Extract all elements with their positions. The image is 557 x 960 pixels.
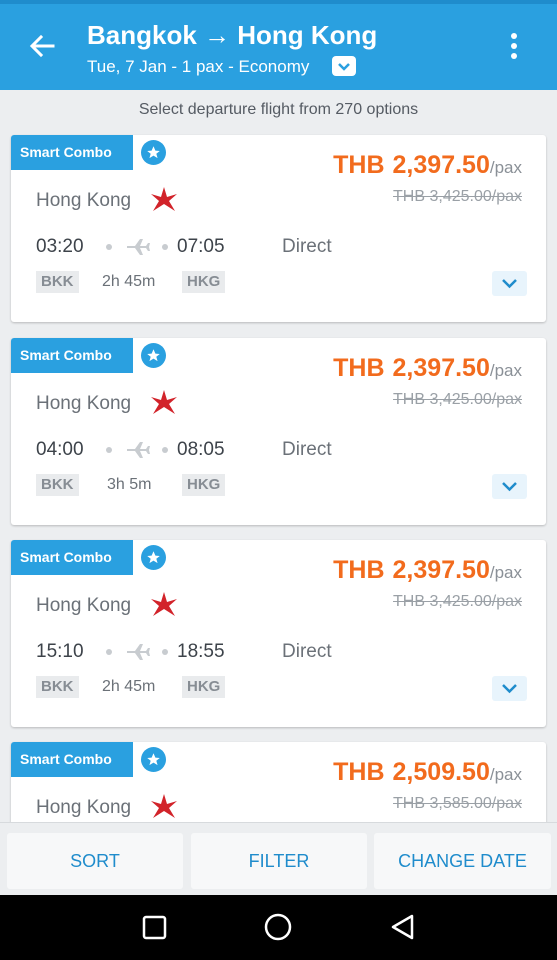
star-icon (141, 343, 166, 368)
price: THB 2,397.50/pax (333, 556, 522, 585)
filter-button[interactable]: FILTER (191, 833, 367, 889)
flight-duration: 2h 45m (102, 273, 156, 290)
origin-code: BKK (36, 271, 79, 293)
plane-icon (106, 442, 168, 458)
airline-name: Hong Kong (36, 595, 132, 616)
star-icon (141, 545, 166, 570)
flight-card[interactable]: Smart Combo THB 2,397.50/pax THB 3,425.00… (11, 540, 546, 727)
arrival-time: 07:05 (177, 236, 225, 257)
chevron-down-icon (338, 63, 350, 71)
price: THB 2,509.50/pax (333, 758, 522, 787)
airline-logo-icon (151, 794, 177, 818)
plane-icon (106, 239, 168, 255)
original-price: THB 3,425.00/pax (393, 593, 522, 610)
origin-code: BKK (36, 676, 79, 698)
results-count: Select departure flight from 270 options (138, 101, 419, 118)
trip-summary-dropdown[interactable] (332, 56, 356, 76)
more-options-button[interactable] (500, 30, 528, 64)
airline-name: Hong Kong (36, 190, 132, 211)
price-amount: 2,509.50 (392, 758, 490, 786)
price-unit: /pax (489, 765, 522, 784)
original-price: THB 3,585.00/pax (393, 795, 522, 812)
app-bar: Bangkok → Hong Kong Tue, 7 Jan - 1 pax -… (0, 0, 557, 90)
destination-code: HKG (182, 474, 226, 496)
destination-code: HKG (182, 271, 226, 293)
departure-time: 03:20 (36, 236, 84, 257)
price-unit: /pax (489, 158, 522, 177)
plane-icon (106, 644, 168, 660)
price-currency: THB (333, 758, 385, 786)
price-amount: 2,397.50 (392, 354, 490, 382)
stops-label: Direct (282, 236, 332, 257)
airline-name: Hong Kong (36, 393, 132, 414)
arrival-time: 08:05 (177, 439, 225, 460)
origin-code: BKK (36, 474, 79, 496)
smart-combo-badge: Smart Combo (11, 742, 133, 777)
back-icon[interactable] (388, 912, 416, 942)
star-icon (141, 747, 166, 772)
price-currency: THB (333, 151, 385, 179)
sort-button[interactable]: SORT (7, 833, 183, 889)
star-icon (141, 140, 166, 165)
original-price: THB 3,425.00/pax (393, 391, 522, 408)
departure-time: 15:10 (36, 641, 84, 662)
expand-details-button[interactable] (492, 271, 527, 296)
back-button[interactable] (24, 28, 60, 64)
departure-time: 04:00 (36, 439, 84, 460)
chevron-down-icon (502, 482, 517, 492)
expand-details-button[interactable] (492, 474, 527, 499)
price-unit: /pax (489, 563, 522, 582)
flight-card[interactable]: Smart Combo THB 2,397.50/pax THB 3,425.00… (11, 135, 546, 322)
more-vertical-icon (511, 33, 517, 59)
bottom-action-bar: SORT FILTER CHANGE DATE (0, 822, 557, 895)
airline-logo-icon (151, 592, 177, 616)
arrival-time: 18:55 (177, 641, 225, 662)
price: THB 2,397.50/pax (333, 354, 522, 383)
route-title: Bangkok → Hong Kong (87, 20, 378, 50)
chevron-down-icon (502, 684, 517, 694)
system-navigation-bar (0, 895, 557, 960)
expand-details-button[interactable] (492, 676, 527, 701)
stops-label: Direct (282, 641, 332, 662)
price-currency: THB (333, 354, 385, 382)
change-date-button[interactable]: CHANGE DATE (374, 833, 551, 889)
home-icon[interactable] (263, 912, 293, 942)
price: THB 2,397.50/pax (333, 151, 522, 180)
price-unit: /pax (489, 361, 522, 380)
airline-logo-icon (151, 187, 177, 211)
original-price: THB 3,425.00/pax (393, 188, 522, 205)
smart-combo-badge: Smart Combo (11, 135, 133, 170)
stops-label: Direct (282, 439, 332, 460)
price-amount: 2,397.50 (392, 556, 490, 584)
price-currency: THB (333, 556, 385, 584)
flight-card[interactable]: Smart Combo THB 2,397.50/pax THB 3,425.00… (11, 338, 546, 525)
smart-combo-badge: Smart Combo (11, 540, 133, 575)
price-amount: 2,397.50 (392, 151, 490, 179)
trip-summary[interactable]: Tue, 7 Jan - 1 pax - Economy (87, 57, 309, 77)
arrow-left-icon (29, 34, 55, 58)
airline-name: Hong Kong (36, 797, 132, 818)
flight-duration: 3h 5m (107, 476, 152, 493)
flight-duration: 2h 45m (102, 678, 156, 695)
chevron-down-icon (502, 279, 517, 289)
destination-code: HKG (182, 676, 226, 698)
airline-logo-icon (151, 390, 177, 414)
smart-combo-badge: Smart Combo (11, 338, 133, 373)
flight-card[interactable]: Smart Combo THB 2,509.50/pax THB 3,585.00… (11, 742, 546, 832)
recent-apps-icon[interactable] (141, 912, 169, 942)
